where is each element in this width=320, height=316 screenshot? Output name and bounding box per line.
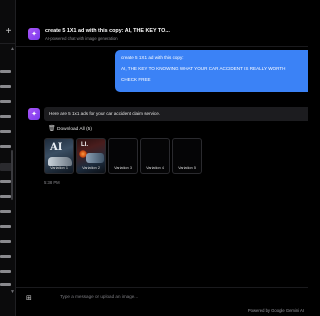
variation-image-text: AI [50,142,63,153]
car-image [86,153,104,163]
sidebar-item[interactable] [0,270,11,273]
user-message-line: AI, THE KEY TO KNOWING WHAT YOUR CAR ACC… [121,66,286,71]
chat-title: create 5 1X1 ad with this copy: AI, THE … [45,28,170,34]
message-input[interactable]: Type a message or upload an image... [60,294,300,303]
user-message-line: create 5 1X1 ad with this copy: [121,55,184,60]
variation-grid: AI Variation 1 LI. Variation 2 Variation… [44,138,204,176]
sidebar-item[interactable] [0,195,11,198]
sidebar-divider [0,43,16,44]
variation-card[interactable]: Variation 3 [108,138,138,174]
message-timestamp: 5:38 PM [44,180,60,185]
composer: ⊞ Type a message or upload an image... [16,287,308,307]
sidebar-item[interactable] [0,85,11,88]
download-all-label: Download All (5) [57,126,92,132]
sidebar-scrollbar[interactable] [11,150,13,200]
scroll-up-icon[interactable]: ▲ [10,47,15,52]
sidebar-item[interactable] [0,145,11,148]
sidebar-item[interactable] [0,210,11,213]
plus-icon[interactable]: + [4,27,13,37]
chat-header: ✦ create 5 1X1 ad with this copy: AI, TH… [16,20,308,47]
sidebar-item[interactable] [0,255,11,258]
assistant-message-bubble: Here are 5 1x1 ads for your car accident… [44,107,308,121]
variation-card[interactable]: Variation 4 [140,138,170,174]
trash-download-icon: 🗑 [48,126,56,132]
variation-image-text: LI. [81,142,88,148]
user-message-bubble: create 5 1X1 ad with this copy: AI, THE … [115,50,308,92]
sidebar-item[interactable] [0,130,11,133]
sidebar-item[interactable] [0,240,11,243]
assistant-message-text: Here are 5 1x1 ads for your car accident… [49,111,161,116]
variation-label: Variation 4 [146,166,164,170]
variation-label: Variation 2 [82,166,100,170]
variation-card[interactable]: AI Variation 1 [44,138,74,174]
variation-label: Variation 1 [50,166,68,170]
sparkle-icon: ✦ [28,28,40,40]
variation-label: Variation 5 [178,166,196,170]
chat-subtitle: AI-powered chat with image generation [45,36,118,41]
sidebar-item[interactable] [0,225,11,228]
sparkle-icon: ✦ [28,108,40,120]
image-upload-icon[interactable]: ⊞ [26,295,33,302]
sidebar-item[interactable] [0,283,11,286]
car-image [48,157,72,166]
variation-card[interactable]: Variation 5 [172,138,202,174]
sidebar-item[interactable] [0,100,11,103]
variation-label: Variation 3 [114,166,132,170]
sidebar: + ▲ ▼ [0,0,16,316]
sidebar-item[interactable] [0,115,11,118]
download-all-button[interactable]: 🗑 Download All (5) [48,126,92,132]
scroll-down-icon[interactable]: ▼ [10,290,15,295]
sidebar-item[interactable] [0,70,11,73]
variation-card[interactable]: LI. Variation 2 [76,138,106,174]
user-message-line: CHECK FREE [121,77,151,82]
footer-powered-by: Powered by Google Gemini AI [247,308,304,313]
sidebar-item[interactable] [0,180,11,183]
